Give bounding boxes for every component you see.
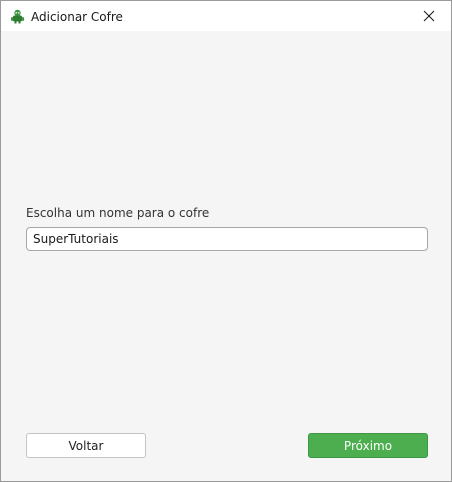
- close-button[interactable]: [407, 1, 451, 31]
- title-bar: Adicionar Cofre: [1, 1, 451, 31]
- cryptomator-robot-icon: [10, 9, 25, 24]
- back-button[interactable]: Voltar: [26, 433, 146, 458]
- back-button-label: Voltar: [68, 438, 104, 453]
- next-button-label: Próximo: [343, 438, 393, 453]
- window-title: Adicionar Cofre: [31, 10, 123, 24]
- vault-name-input[interactable]: [26, 227, 428, 251]
- next-button[interactable]: Próximo: [308, 433, 428, 458]
- close-icon: [423, 7, 435, 26]
- add-vault-dialog: Adicionar Cofre Escolha um nome para o c…: [0, 0, 452, 482]
- vault-name-label: Escolha um nome para o cofre: [26, 206, 210, 220]
